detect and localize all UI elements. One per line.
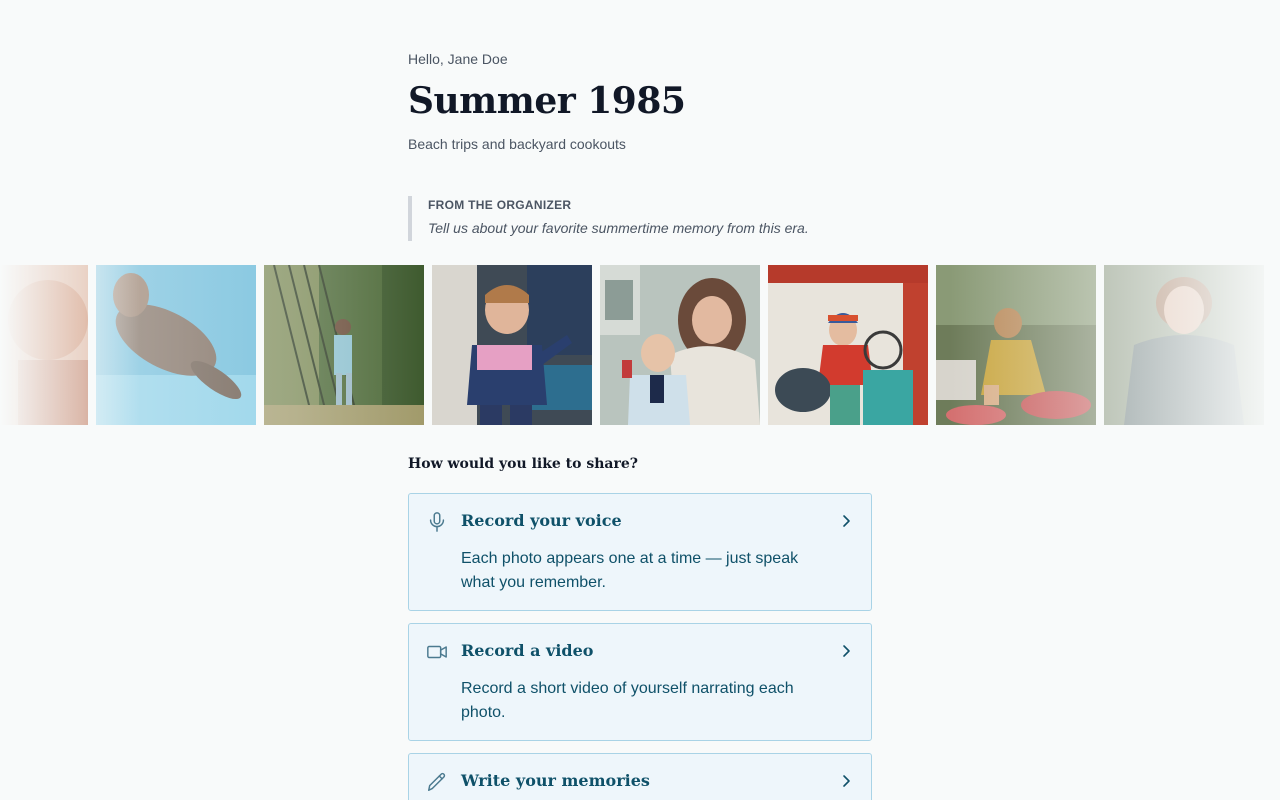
photo-toddler-pointing	[432, 265, 592, 425]
chevron-right-icon	[839, 644, 853, 658]
page-title: Summer 1985	[408, 80, 686, 122]
photo-mother-and-baby	[600, 265, 760, 425]
pencil-icon	[426, 771, 448, 793]
microphone-icon	[426, 511, 448, 533]
chevron-right-icon	[839, 514, 853, 528]
option-description: Record a short video of yourself narrati…	[461, 680, 794, 721]
organizer-label: FROM THE ORGANIZER	[428, 198, 572, 212]
chevron-right-icon	[839, 774, 853, 788]
photo-strip	[0, 265, 1280, 425]
photo-strip-fade-right	[950, 265, 1280, 425]
write-memories-option[interactable]: Write your memories	[408, 753, 872, 800]
greeting-text: Hello, Jane Doe	[408, 51, 508, 67]
record-video-option[interactable]: Record a video Record a short video of y…	[408, 623, 872, 741]
organizer-note: FROM THE ORGANIZER Tell us about your fa…	[408, 196, 868, 241]
video-camera-icon	[426, 641, 448, 663]
photo-strip-fade-left	[0, 265, 140, 425]
page-subtitle: Beach trips and backyard cookouts	[408, 136, 626, 152]
record-voice-option[interactable]: Record your voice Each photo appears one…	[408, 493, 872, 611]
photo-child-on-tractor	[768, 265, 928, 425]
photo-strip-fade-inner	[96, 265, 426, 425]
option-title: Record your voice	[461, 511, 622, 530]
option-title: Write your memories	[461, 771, 650, 790]
option-description: Each photo appears one at a time — just …	[461, 550, 799, 591]
share-question: How would you like to share?	[408, 456, 638, 472]
option-title: Record a video	[461, 641, 594, 660]
organizer-message: Tell us about your favorite summertime m…	[428, 220, 809, 236]
